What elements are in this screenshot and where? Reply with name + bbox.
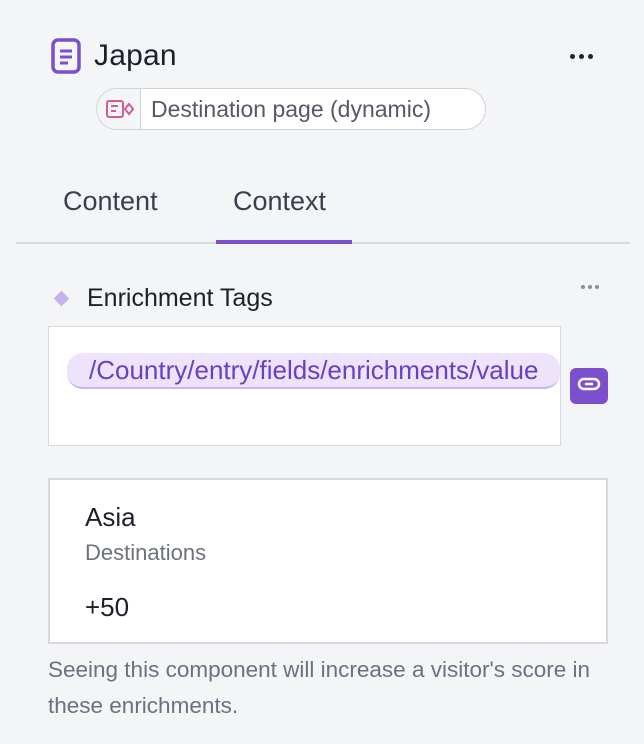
enrichment-binding-input[interactable]: /Country/entry/fields/enrichments/value: [48, 326, 561, 446]
section-title: Enrichment Tags: [87, 283, 273, 312]
dynamic-token-chip[interactable]: /Country/entry/fields/enrichments/value: [67, 353, 561, 389]
diamond-icon: [53, 290, 70, 306]
active-tab-indicator: [216, 240, 352, 244]
more-horizontal-icon: [569, 53, 575, 59]
tab-context[interactable]: Context: [233, 186, 326, 217]
enrichment-score: +50: [85, 592, 130, 622]
tab-bar: Content Context: [16, 170, 630, 244]
section-more-button[interactable]: [578, 280, 602, 294]
more-horizontal-icon: [581, 285, 585, 289]
binding-value: /Country/entry/fields/enrichments/value: [67, 349, 561, 391]
more-dot: [588, 285, 592, 289]
more-dot: [578, 53, 584, 59]
more-dot: [587, 53, 593, 59]
header: Japan: [50, 36, 177, 76]
component-context-panel: Japan Destination page (dynamic) Content…: [0, 0, 644, 744]
help-text: Seeing this component will increase a vi…: [48, 657, 591, 718]
document-icon: [50, 38, 82, 74]
link-binding-button[interactable]: [570, 368, 608, 404]
more-options-button[interactable]: [566, 46, 596, 66]
enrichment-name: Asia: [85, 502, 136, 532]
enrichment-category: Destinations: [85, 540, 207, 565]
dynamic-page-icon: [97, 89, 141, 129]
page-type-pill[interactable]: Destination page (dynamic): [96, 88, 486, 130]
enrichment-tags-header: Enrichment Tags: [53, 280, 273, 316]
page-type-label: Destination page (dynamic): [151, 95, 431, 122]
page-title: Japan: [94, 39, 177, 72]
tab-content[interactable]: Content: [63, 186, 158, 217]
more-dot: [595, 285, 599, 289]
link-icon: [577, 376, 601, 397]
enrichment-card[interactable]: Asia Destinations +50: [48, 478, 608, 644]
